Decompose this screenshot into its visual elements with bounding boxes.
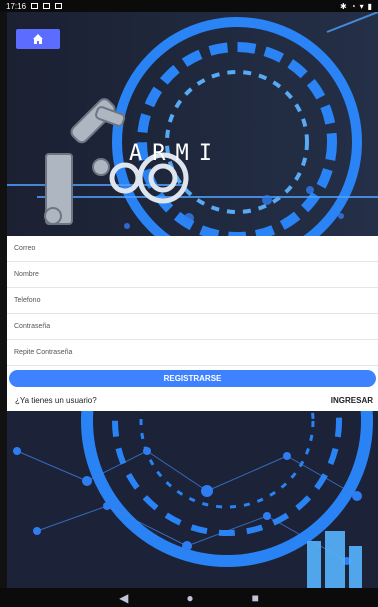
bluetooth-icon: ✱ — [340, 1, 347, 11]
name-field[interactable]: Nombre — [7, 262, 378, 288]
repeat-password-label: Repite Contraseña — [14, 349, 73, 356]
status-right: ✱ ◔ ▾ ▮ — [340, 2, 372, 11]
email-field[interactable]: Correo — [7, 236, 378, 262]
email-label: Correo — [14, 245, 36, 252]
wifi-icon: ▾ — [359, 1, 364, 11]
back-button[interactable]: ◀ — [119, 592, 128, 604]
status-bar: 17:16 ✱ ◔ ▾ ▮ — [0, 0, 378, 12]
existing-user-question: ¿Ya tienes un usuario? — [15, 395, 97, 405]
hero-illustration: ARMI — [7, 12, 378, 236]
tech-background — [7, 411, 378, 588]
hero-banner: ARMI — [7, 12, 378, 236]
home-nav-button[interactable]: ● — [186, 592, 193, 604]
password-field[interactable]: Contraseña — [7, 314, 378, 340]
home-icon — [33, 34, 43, 44]
status-time: 17:16 — [6, 1, 27, 11]
password-label: Contraseña — [14, 323, 51, 330]
repeat-password-field[interactable]: Repite Contraseña — [7, 340, 378, 366]
bottom-illustration — [7, 411, 378, 588]
name-label: Nombre — [14, 271, 39, 278]
status-left: 17:16 — [6, 1, 63, 11]
register-area: REGISTRARSE — [7, 367, 378, 389]
mail-icon — [43, 3, 51, 9]
phone-field[interactable]: Telefono — [7, 288, 378, 314]
battery-icon: ▮ — [367, 1, 372, 11]
login-row: ¿Ya tienes un usuario? INGRESAR — [7, 389, 378, 411]
system-navigation-bar: ◀ ● ■ — [0, 588, 378, 607]
register-button[interactable]: REGISTRARSE — [9, 370, 376, 387]
home-button[interactable] — [16, 29, 60, 49]
registration-form: Correo Nombre Telefono Contraseña Repite… — [7, 236, 378, 367]
notification-icon — [31, 3, 39, 9]
phone-label: Telefono — [14, 297, 41, 304]
recent-apps-button[interactable]: ■ — [252, 592, 259, 604]
login-link[interactable]: INGRESAR — [331, 396, 373, 405]
signal-icon: ◔ — [350, 1, 356, 11]
mail-icon — [55, 3, 63, 9]
brand-logo-text: ARMI — [129, 141, 222, 166]
